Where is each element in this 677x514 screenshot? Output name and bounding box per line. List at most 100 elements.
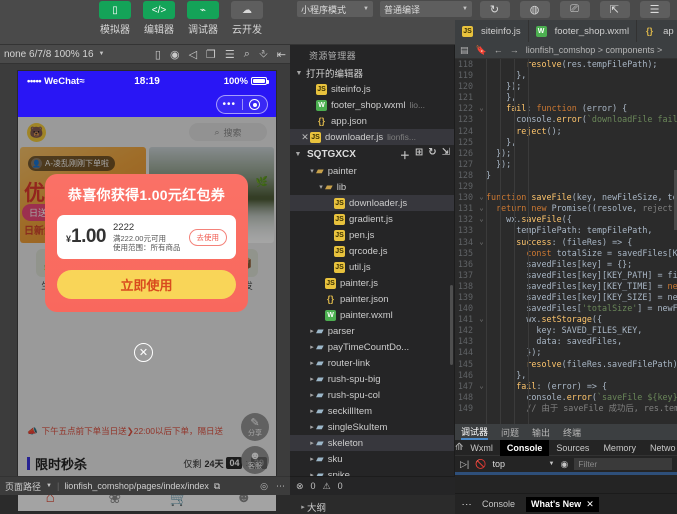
chevron-down-icon[interactable]: ▼ bbox=[99, 51, 105, 57]
drawer-tab-console[interactable]: Console bbox=[477, 497, 520, 511]
compile-select[interactable]: 普通编译 ▼ bbox=[380, 1, 472, 17]
fold-toggle[interactable] bbox=[477, 392, 486, 403]
tree-row-8[interactable]: {}painter.json bbox=[290, 291, 454, 307]
editor-tab-siteinfo[interactable]: JS siteinfo.js bbox=[455, 20, 529, 42]
inspect-icon[interactable]: ⟰ bbox=[455, 442, 463, 453]
collapse-icon[interactable]: ⇲ bbox=[442, 147, 450, 162]
chevron-right-icon[interactable]: ▸ bbox=[308, 407, 316, 415]
fold-toggle[interactable] bbox=[477, 92, 486, 103]
devtools-tab-memory[interactable]: Memory bbox=[596, 440, 643, 456]
collapse-icon[interactable]: ⇤ bbox=[277, 48, 286, 61]
open-editors-section[interactable]: ▼ 打开的编辑器 bbox=[290, 65, 454, 81]
tree-row-15[interactable]: ▸▰seckillItem bbox=[290, 403, 454, 419]
chevron-down-icon[interactable]: ▾ bbox=[308, 167, 316, 175]
chevron-right-icon[interactable]: ▸ bbox=[308, 439, 316, 447]
tree-row-17[interactable]: ▸▰skeleton bbox=[290, 435, 454, 451]
chevron-down-icon[interactable]: ▾ bbox=[317, 183, 325, 191]
refresh-icon[interactable]: ↻ bbox=[428, 147, 436, 162]
tree-row-13[interactable]: ▸▰rush-spu-big bbox=[290, 371, 454, 387]
chevron-right-icon[interactable]: ▸ bbox=[308, 343, 316, 351]
fold-toggle[interactable] bbox=[477, 336, 486, 347]
console-context-select[interactable]: top ▼ bbox=[492, 459, 554, 469]
toolbar-button-cloud[interactable]: ☁ 云开发 bbox=[227, 0, 267, 36]
fold-toggle[interactable] bbox=[477, 170, 486, 181]
fold-toggle[interactable]: ⌄ bbox=[477, 103, 486, 114]
fold-toggle[interactable] bbox=[477, 114, 486, 125]
network-icon[interactable]: ◁ bbox=[189, 48, 197, 61]
tree-row-3[interactable]: JSgradient.js bbox=[290, 211, 454, 227]
page-route-selector[interactable]: 页面路径 bbox=[5, 480, 41, 493]
code-area[interactable]: 118 resolve(res.tempFilePath);119 },120 … bbox=[455, 59, 677, 424]
open-editor-downloader[interactable]: ✕ JS downloader.js lionfis... bbox=[290, 129, 454, 145]
devtools-tab-sources[interactable]: Sources bbox=[549, 440, 596, 456]
fold-toggle[interactable]: ⌄ bbox=[477, 192, 486, 203]
run-icon[interactable]: ▷| bbox=[460, 459, 469, 470]
fold-toggle[interactable]: ⌄ bbox=[477, 237, 486, 248]
tree-row-0[interactable]: ▾▰painter bbox=[290, 163, 454, 179]
open-editor-siteinfo[interactable]: JS siteinfo.js bbox=[290, 81, 454, 97]
fold-toggle[interactable] bbox=[477, 292, 486, 303]
phone-icon[interactable]: ▯ bbox=[155, 48, 161, 61]
fold-toggle[interactable] bbox=[477, 148, 486, 159]
fold-toggle[interactable] bbox=[477, 370, 486, 381]
fold-toggle[interactable] bbox=[477, 70, 486, 81]
warning-icon[interactable]: ⚠ bbox=[323, 481, 331, 492]
tree-row-6[interactable]: JSutil.js bbox=[290, 259, 454, 275]
fold-toggle[interactable] bbox=[477, 137, 486, 148]
open-editor-footer-shop[interactable]: W footer_shop.wxml lio... bbox=[290, 97, 454, 113]
tree-row-11[interactable]: ▸▰payTimeCountDo... bbox=[290, 339, 454, 355]
project-root-row[interactable]: ▼ SQTGXCX ＋ ⊞ ↻ ⇲ bbox=[290, 145, 454, 163]
fold-toggle[interactable]: ⌄ bbox=[477, 214, 486, 225]
explorer-section-21[interactable]: ▸大纲 bbox=[290, 499, 454, 514]
fold-toggle[interactable] bbox=[477, 181, 486, 192]
coupon-use-link[interactable]: 去使用 bbox=[189, 229, 228, 246]
tree-row-1[interactable]: ▾▰lib bbox=[290, 179, 454, 195]
tree-row-10[interactable]: ▸▰parser bbox=[290, 323, 454, 339]
fold-toggle[interactable]: ⌄ bbox=[477, 314, 486, 325]
mode-select[interactable]: 小程序模式 ▼ bbox=[297, 1, 373, 17]
kebab-icon[interactable]: ⋮ bbox=[461, 499, 472, 509]
outline-icon[interactable]: ▤ bbox=[460, 45, 469, 56]
devtools-tab-console[interactable]: Console bbox=[500, 440, 550, 456]
more-icon[interactable]: ⋯ bbox=[276, 481, 285, 492]
chevron-down-icon[interactable]: ▼ bbox=[46, 483, 52, 489]
window-icon[interactable]: ❐ bbox=[206, 48, 216, 61]
explorer-scrollbar[interactable] bbox=[450, 285, 453, 365]
eye-icon[interactable]: ◎ bbox=[260, 481, 268, 492]
fold-toggle[interactable] bbox=[477, 159, 486, 170]
tree-row-12[interactable]: ▸▰router-link bbox=[290, 355, 454, 371]
chevron-right-icon[interactable]: ▸ bbox=[308, 455, 316, 463]
fold-toggle[interactable] bbox=[477, 359, 486, 370]
tree-row-18[interactable]: ▸▰sku bbox=[290, 451, 454, 467]
bookmark-icon[interactable]: 🔖 bbox=[476, 45, 487, 56]
close-icon[interactable]: ✕ bbox=[300, 132, 310, 143]
forward-arrow-icon[interactable]: → bbox=[510, 45, 519, 55]
back-arrow-icon[interactable]: ← bbox=[494, 45, 503, 55]
new-file-icon[interactable]: ＋ bbox=[400, 147, 410, 162]
fold-toggle[interactable] bbox=[477, 270, 486, 281]
chevron-right-icon[interactable]: ▸ bbox=[308, 423, 316, 431]
breadcrumb-path[interactable]: lionfish_comshop > components > bbox=[526, 45, 663, 55]
drawer-tab-whats-new[interactable]: What's New ✕ bbox=[526, 497, 599, 512]
capsule-menu-icon[interactable]: ••• bbox=[217, 100, 242, 110]
close-icon[interactable]: ✕ bbox=[134, 343, 153, 362]
toolbar-button-simulator[interactable]: ▯ 模拟器 bbox=[95, 0, 135, 36]
devtools-tab-wxml[interactable]: Wxml bbox=[463, 440, 500, 456]
fold-toggle[interactable] bbox=[477, 59, 486, 70]
tree-row-4[interactable]: JSpen.js bbox=[290, 227, 454, 243]
panel-tab-terminal[interactable]: 终端 bbox=[563, 426, 581, 439]
fold-toggle[interactable] bbox=[477, 225, 486, 236]
search-icon[interactable]: ⌕ bbox=[244, 48, 250, 61]
pointer-icon[interactable]: ⎀ bbox=[259, 48, 268, 61]
console-filter-input[interactable]: Filter bbox=[574, 458, 672, 470]
error-icon[interactable]: ⊗ bbox=[296, 481, 304, 492]
tree-row-2[interactable]: JSdownloader.js bbox=[290, 195, 454, 211]
open-editor-app-json[interactable]: {} app.json bbox=[290, 113, 454, 129]
fold-toggle[interactable] bbox=[477, 259, 486, 270]
chevron-right-icon[interactable]: ▸ bbox=[308, 391, 316, 399]
toolbar-button-debugger[interactable]: ⌁ 调试器 bbox=[183, 0, 223, 36]
coupon-cta-button[interactable]: 立即使用 bbox=[57, 270, 236, 299]
tree-row-9[interactable]: Wpainter.wxml bbox=[290, 307, 454, 323]
tree-row-7[interactable]: JSpainter.js bbox=[290, 275, 454, 291]
chevron-right-icon[interactable]: ▸ bbox=[308, 375, 316, 383]
